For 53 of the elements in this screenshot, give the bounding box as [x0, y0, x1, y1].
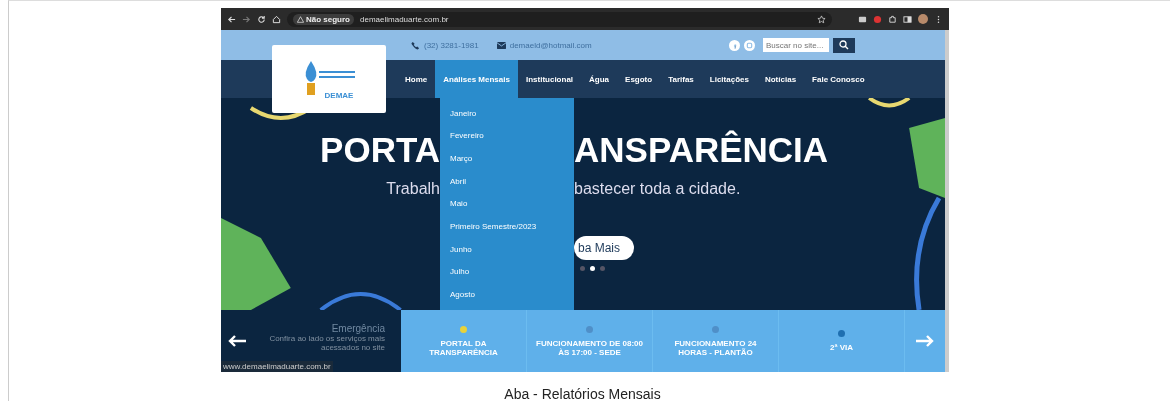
- menu-item[interactable]: Primeiro Semestre/2023: [440, 222, 574, 232]
- nav-tab[interactable]: Água: [581, 60, 618, 98]
- mail-icon: [496, 40, 506, 50]
- back-icon[interactable]: [227, 14, 236, 24]
- slider-dot[interactable]: [580, 266, 585, 271]
- hero-subtitle: Trabalh: [386, 180, 440, 198]
- nav-tab[interactable]: Licitações: [701, 60, 757, 98]
- menu-item[interactable]: Maio: [440, 199, 574, 209]
- emergency-text: Confira ao lado os serviços mais acessados no site: [268, 333, 385, 352]
- star-icon[interactable]: [817, 14, 826, 24]
- logo-text: DEMAE: [324, 90, 354, 100]
- forward-icon[interactable]: [242, 14, 251, 24]
- home-icon[interactable]: [272, 14, 281, 24]
- menu-item[interactable]: Julho: [440, 267, 574, 277]
- nav-tab[interactable]: Análises Mensais: [435, 60, 518, 98]
- learn-more-button[interactable]: ba Mais: [574, 236, 635, 260]
- nav-tab[interactable]: Home: [397, 60, 436, 98]
- security-chip[interactable]: Não seguro: [293, 13, 354, 25]
- address-bar[interactable]: Não seguro demaelimaduarte.com.br: [287, 11, 832, 27]
- email-address: demaeld@hotmail.com: [509, 40, 592, 50]
- search-icon: [839, 40, 849, 50]
- status-url: www.demaelimaduarte.com.br: [221, 361, 333, 372]
- service-tile[interactable]: 2ª VIA: [779, 310, 905, 372]
- nav-tab[interactable]: Institucional: [517, 60, 582, 98]
- slider-dot[interactable]: [590, 266, 595, 271]
- previous-arrow-icon[interactable]: [227, 334, 247, 348]
- slider-dot[interactable]: [600, 266, 605, 271]
- profile-avatar[interactable]: [918, 14, 928, 24]
- hero-subtitle: bastecer toda a cidade.: [574, 180, 741, 198]
- emergency-title: Emergência: [331, 322, 385, 334]
- menu-item[interactable]: Junho: [440, 244, 574, 254]
- phone-number: (32) 3281-1981: [424, 40, 479, 50]
- service-tile[interactable]: FUNCIONAMENTO 24 HORAS - PLANTÃO: [653, 310, 779, 372]
- nav-tab[interactable]: Fale Conosco: [804, 60, 873, 98]
- url-text: demaelimaduarte.com.br: [360, 14, 450, 24]
- menu-item[interactable]: Agosto: [440, 290, 574, 300]
- menu-item[interactable]: Fevereiro: [440, 131, 574, 141]
- nav-tab[interactable]: Tarifas: [660, 60, 702, 98]
- menu-item[interactable]: Janeiro: [440, 108, 574, 118]
- image-caption: Aba - Relatórios Mensais: [504, 386, 661, 401]
- sidebar-icon[interactable]: [903, 14, 912, 24]
- menu-item[interactable]: Abril: [440, 176, 574, 186]
- reload-icon[interactable]: [257, 14, 266, 24]
- nav-tab[interactable]: Esgoto: [617, 60, 661, 98]
- nav-tab[interactable]: Notícias: [756, 60, 805, 98]
- search-field[interactable]: Buscar no site...: [763, 38, 829, 52]
- warning-icon: [297, 15, 304, 23]
- phone-icon: [411, 40, 420, 50]
- menu-item[interactable]: Março: [440, 154, 574, 164]
- hero-title: ANSPARÊNCIA: [574, 130, 829, 170]
- search-button[interactable]: [833, 37, 855, 53]
- logo[interactable]: DEMAE: [272, 45, 386, 113]
- hero-title: PORTA: [320, 130, 440, 170]
